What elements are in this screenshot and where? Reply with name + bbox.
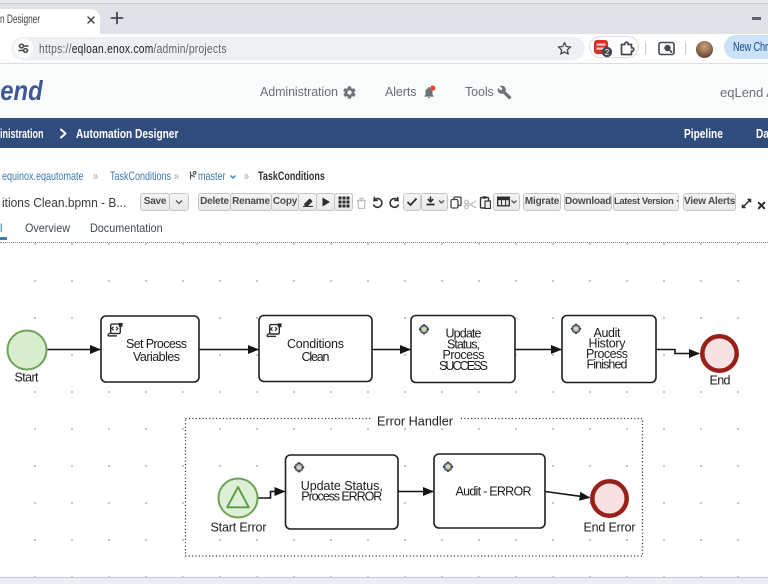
- svg-text:SUCCESS: SUCCESS: [439, 359, 488, 373]
- svg-text:Audit - ERROR: Audit - ERROR: [456, 485, 532, 499]
- svg-text:Clean: Clean: [302, 350, 330, 364]
- svg-text:Variables: Variables: [133, 350, 180, 364]
- svg-text:2: 2: [605, 48, 610, 57]
- svg-text:End: End: [710, 374, 731, 388]
- svg-text:End Error: End Error: [584, 521, 636, 535]
- svg-text:Error Handler: Error Handler: [377, 415, 453, 429]
- svg-text:Set Process: Set Process: [126, 337, 187, 351]
- svg-text:Start Error: Start Error: [211, 521, 267, 535]
- svg-text:Process ERROR: Process ERROR: [301, 490, 382, 504]
- svg-text:Start: Start: [15, 371, 40, 385]
- svg-text:Conditions: Conditions: [287, 337, 344, 351]
- svg-text:Finished: Finished: [587, 358, 628, 372]
